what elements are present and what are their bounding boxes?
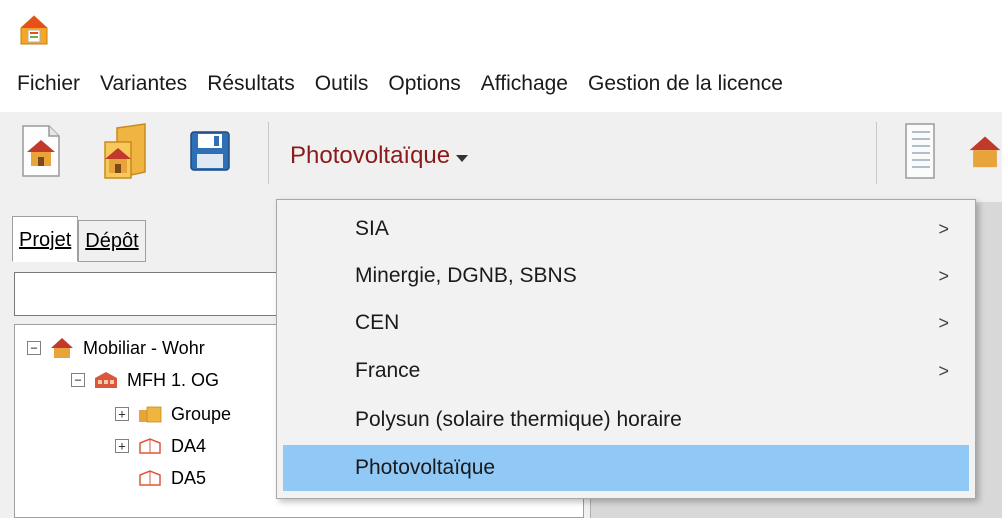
- open-project-icon: [104, 123, 146, 179]
- dropdown-item-label: Photovoltaïque: [355, 456, 496, 479]
- chevron-down-icon: [456, 154, 469, 162]
- dropdown-item-cen[interactable]: CEN >: [283, 300, 969, 346]
- dropdown-item-label: CEN: [355, 311, 400, 334]
- new-project-icon: [22, 125, 60, 177]
- toolbar: Photovoltaïque: [0, 112, 1002, 202]
- toolbar-separator: [876, 122, 877, 184]
- tree-node[interactable]: DA5: [137, 463, 206, 493]
- toolbar-separator: [268, 122, 269, 184]
- dropdown-item-sia[interactable]: SIA >: [283, 206, 969, 252]
- tab-depot[interactable]: Dépôt: [78, 220, 146, 262]
- menu-outils[interactable]: Outils: [305, 66, 379, 102]
- report-icon: [905, 123, 935, 179]
- building-group-icon: [137, 403, 163, 425]
- menu-gestion-licence[interactable]: Gestion de la licence: [578, 66, 793, 102]
- save-button[interactable]: [180, 118, 240, 184]
- tree-node-label: DA5: [171, 467, 207, 488]
- collapse-icon[interactable]: −: [27, 341, 41, 355]
- dropdown-item-minergie[interactable]: Minergie, DGNB, SBNS >: [283, 253, 969, 299]
- house-icon: [49, 337, 75, 359]
- dropdown-item-france[interactable]: France >: [283, 348, 969, 394]
- tree-node[interactable]: + Groupe: [115, 399, 231, 429]
- tree-node[interactable]: + DA4: [115, 431, 206, 461]
- menu-resultats[interactable]: Résultats: [197, 66, 305, 102]
- title-bar: [0, 0, 1002, 60]
- report-button[interactable]: [890, 118, 950, 184]
- dropdown-item-polysun[interactable]: Polysun (solaire thermique) horaire: [283, 397, 969, 443]
- tree-node-label: MFH 1. OG: [127, 369, 220, 390]
- submenu-arrow-icon: >: [938, 312, 949, 333]
- expand-icon[interactable]: +: [115, 407, 129, 421]
- tab-depot-label: Dépôt: [85, 230, 139, 252]
- house-button[interactable]: [968, 118, 1002, 184]
- zone-icon: [137, 467, 163, 489]
- tree-node-label: DA4: [171, 435, 207, 456]
- save-icon: [190, 131, 230, 171]
- building-icon: [93, 369, 119, 391]
- variant-dropdown-label: Photovoltaïque: [290, 142, 451, 169]
- dropdown-item-label: Minergie, DGNB, SBNS: [355, 264, 577, 287]
- menu-fichier[interactable]: Fichier: [0, 66, 90, 102]
- house-icon: [969, 136, 1001, 168]
- tab-projet-label: Projet: [19, 229, 72, 251]
- zone-icon: [137, 435, 163, 457]
- menu-bar: Fichier Variantes Résultats Outils Optio…: [0, 64, 1002, 104]
- panel-tabs: Projet Dépôt: [12, 216, 146, 262]
- submenu-arrow-icon: >: [938, 218, 949, 239]
- variant-dropdown-menu: SIA > Minergie, DGNB, SBNS > CEN > Franc…: [276, 199, 976, 499]
- dropdown-item-label: Polysun (solaire thermique) horaire: [355, 408, 682, 431]
- tree-node[interactable]: − MFH 1. OG: [71, 365, 219, 395]
- tree-node-label: Mobiliar - Wohr: [83, 337, 205, 358]
- app-logo-icon: [19, 14, 49, 46]
- expand-icon[interactable]: +: [115, 439, 129, 453]
- tree-node-label: Groupe: [171, 403, 232, 424]
- submenu-arrow-icon: >: [938, 265, 949, 286]
- tab-projet[interactable]: Projet: [12, 216, 79, 262]
- open-project-button[interactable]: [96, 118, 156, 184]
- menu-affichage[interactable]: Affichage: [471, 66, 578, 102]
- submenu-arrow-icon: >: [938, 360, 949, 381]
- dropdown-item-photovoltaique[interactable]: Photovoltaïque: [283, 445, 969, 491]
- menu-options[interactable]: Options: [378, 66, 470, 102]
- menu-variantes[interactable]: Variantes: [90, 66, 197, 102]
- variant-dropdown[interactable]: Photovoltaïque: [290, 142, 469, 170]
- dropdown-item-label: SIA: [355, 217, 389, 240]
- collapse-icon[interactable]: −: [71, 373, 85, 387]
- new-project-button[interactable]: [10, 118, 70, 184]
- dropdown-item-label: France: [355, 359, 421, 382]
- tree-node[interactable]: − Mobiliar - Wohr: [27, 333, 205, 363]
